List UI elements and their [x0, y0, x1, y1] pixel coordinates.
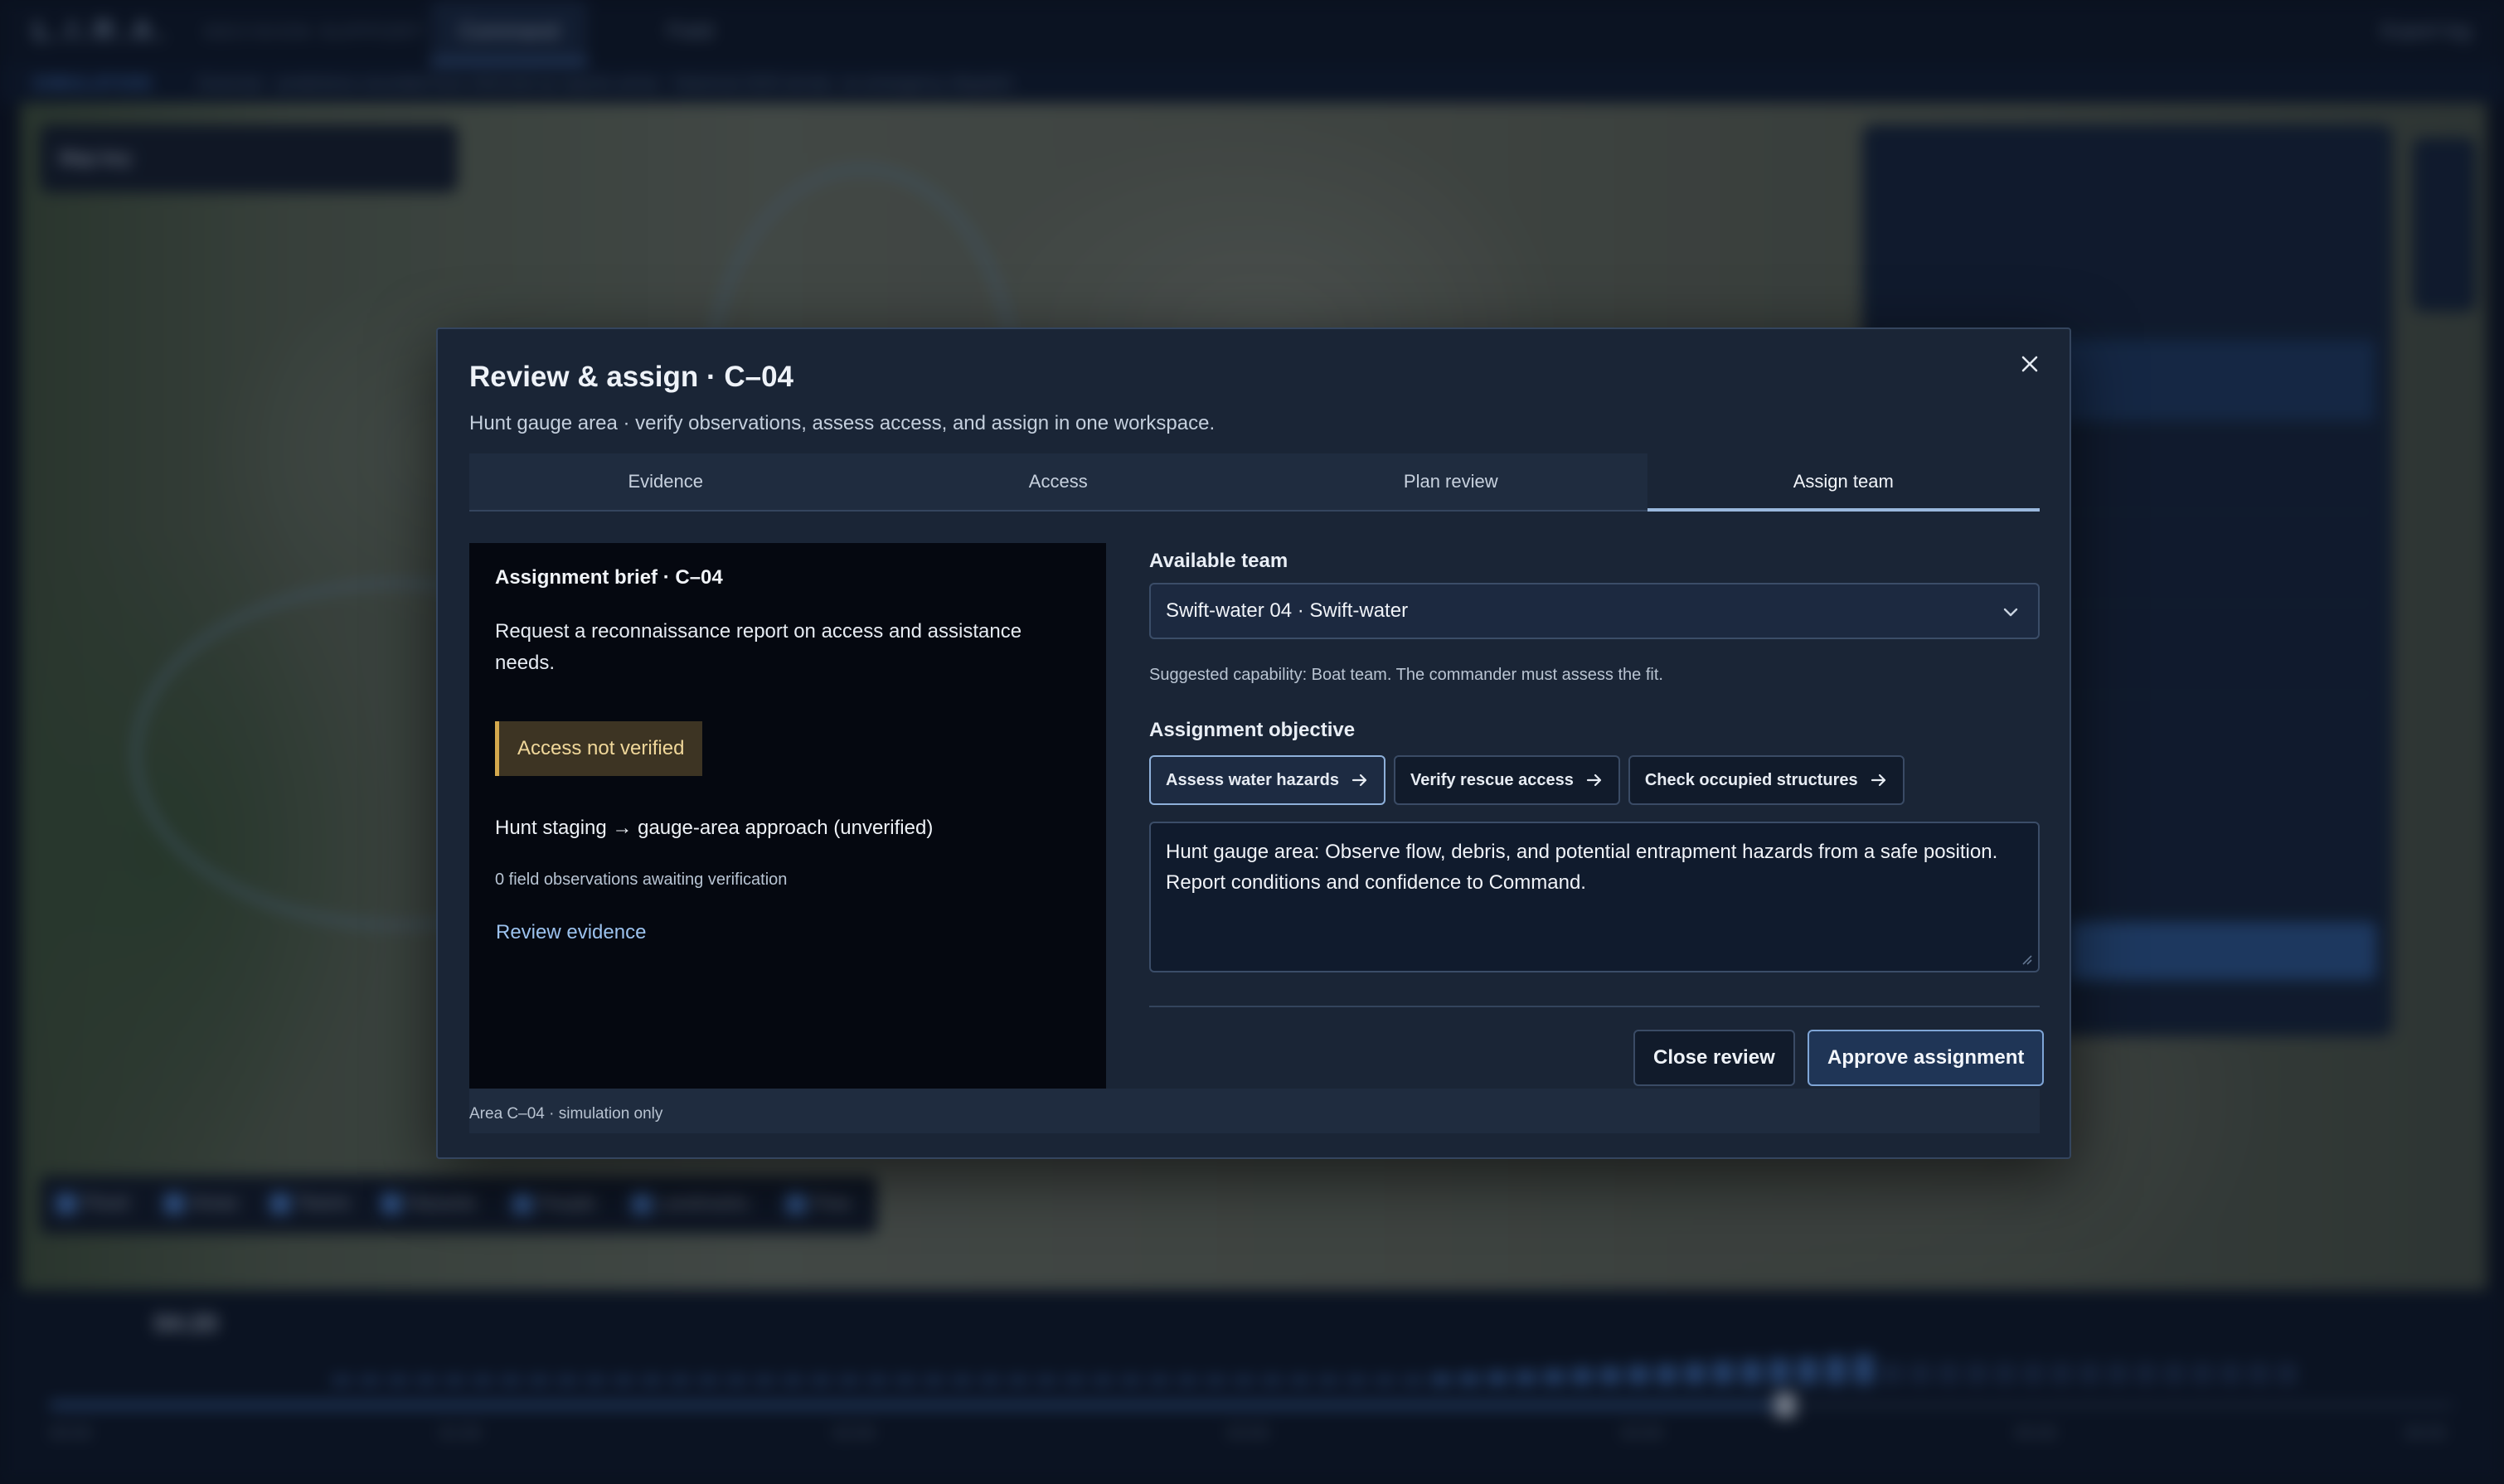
tab-evidence[interactable]: Evidence [469, 453, 862, 510]
arrow-right-icon [1871, 774, 1885, 787]
objective-check-occupied-structures-button[interactable]: Check occupied structures [1628, 755, 1905, 805]
objective-assess-water-hazards-button[interactable]: Assess water hazards [1149, 755, 1386, 805]
brief-title: Assignment brief · C–04 [495, 566, 723, 589]
close-dialog-button[interactable] [2013, 347, 2046, 381]
review-evidence-link[interactable]: Review evidence [496, 921, 646, 944]
brief-request: Request a reconnaissance report on acces… [495, 620, 1022, 674]
tab-assign-team[interactable]: Assign team [1647, 453, 2040, 512]
footer-text: Area C–04 · simulation only [469, 1105, 663, 1123]
objective-options: Assess water hazards Verify rescue acces… [1149, 755, 1905, 805]
assignment-brief-panel: Assignment brief · C–04 Request a reconn… [469, 543, 1106, 1089]
dialog-tabs: Evidence Access Plan review Assign team [469, 453, 2040, 512]
objective-verify-rescue-access-button[interactable]: Verify rescue access [1394, 755, 1620, 805]
available-team-label: Available team [1149, 550, 1288, 572]
approve-assignment-button[interactable]: Approve assignment [1808, 1030, 2045, 1086]
chevron-down-icon [2003, 608, 2018, 617]
access-status-badge: Access not verified [495, 721, 703, 776]
actions-divider [1149, 1006, 2040, 1007]
assignment-objective-label: Assignment objective [1149, 719, 1356, 741]
team-select[interactable]: Swift-water 04 · Swift-water [1149, 583, 2040, 639]
arrow-right-icon [1351, 774, 1367, 787]
objective-option-label: Verify rescue access [1410, 770, 1574, 789]
resize-handle-icon[interactable] [2020, 953, 2033, 966]
team-select-value: Swift-water 04 · Swift-water [1166, 599, 1409, 622]
arrow-right-icon [1586, 774, 1601, 787]
objective-option-label: Assess water hazards [1166, 770, 1340, 789]
dialog-subtitle: Hunt gauge area · verify observations, a… [469, 412, 1216, 434]
objective-textarea[interactable]: Hunt gauge area: Observe flow, debris, a… [1149, 822, 2040, 972]
dialog-footer: Area C–04 · simulation only [469, 1089, 2040, 1133]
review-assign-dialog: Review & assign · C–04 Hunt gauge area ·… [436, 327, 2071, 1159]
tab-plan-review[interactable]: Plan review [1254, 453, 1647, 510]
brief-observations: 0 field observations awaiting verificati… [495, 871, 788, 889]
dialog-title: Review & assign · C–04 [469, 361, 793, 393]
objective-text: Hunt gauge area: Observe flow, debris, a… [1166, 841, 1998, 894]
capability-hint: Suggested capability: Boat team. The com… [1149, 666, 1663, 684]
tab-access[interactable]: Access [862, 453, 1255, 510]
close-review-button[interactable]: Close review [1633, 1030, 1795, 1086]
objective-option-label: Check occupied structures [1644, 770, 1858, 789]
app-root: L.I.R.A. DECISION SUPPORT Command Field … [0, 0, 2504, 1484]
brief-route: Hunt staging → gauge-area approach (unve… [495, 817, 934, 839]
close-icon [2021, 356, 2038, 372]
